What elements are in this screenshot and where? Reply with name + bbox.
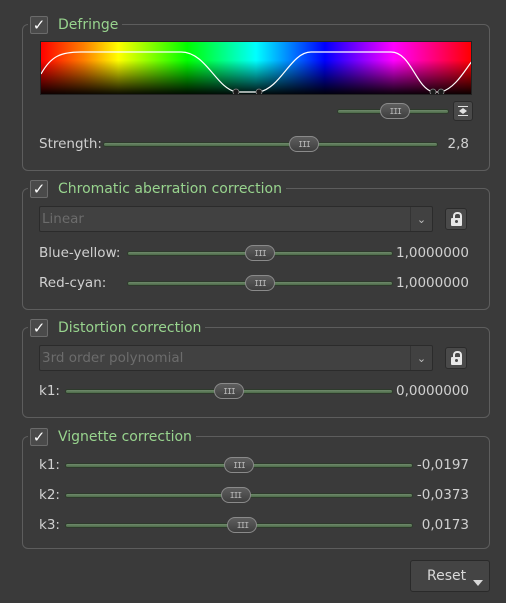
vignette-k3-row: k3: III 0,0173 (39, 514, 469, 536)
chromatic-title: Chromatic aberration correction (58, 181, 282, 197)
red-cyan-value: 1,0000000 (395, 275, 469, 291)
check-icon: ✓ (32, 427, 46, 446)
blue-yellow-row: Blue-yellow: III 1,0000000 (39, 242, 469, 264)
vignette-k2-row: k2: III -0,0373 (39, 484, 469, 506)
distortion-k1-label: k1: (39, 383, 60, 399)
strength-slider[interactable]: III (103, 133, 438, 155)
vignette-k1-label: k1: (39, 457, 60, 473)
distortion-panel: ✓ Distortion correction 3rd order polyno… (22, 317, 490, 418)
distortion-checkbox[interactable]: ✓ (30, 319, 48, 337)
vignette-k3-slider[interactable]: III (65, 514, 413, 536)
distortion-mode-dropdown[interactable]: 3rd order polynomial ⌄ (39, 345, 433, 371)
chromatic-panel: ✓ Chromatic aberration correction Linear… (22, 178, 490, 310)
distortion-mode-value: 3rd order polynomial (42, 350, 184, 366)
vignette-k1-slider[interactable]: III (65, 454, 413, 476)
red-cyan-slider[interactable]: III (127, 272, 393, 294)
defringe-hue-curve[interactable] (40, 41, 472, 95)
lock-icon (450, 211, 462, 226)
strength-label: Strength: (39, 136, 102, 152)
chromatic-lock-button[interactable] (445, 208, 467, 230)
red-cyan-label: Red-cyan: (39, 275, 107, 291)
distortion-k1-value: 0,0000000 (395, 383, 469, 399)
lock-icon (450, 350, 462, 365)
vignette-k2-knob[interactable]: III (220, 487, 251, 503)
chromatic-mode-value: Linear (42, 211, 84, 227)
fit-arrows-icon (458, 106, 468, 116)
vignette-k3-value: 0,0173 (421, 517, 469, 533)
red-cyan-knob[interactable]: III (245, 275, 275, 291)
vignette-title: Vignette correction (58, 429, 192, 445)
chromatic-mode-dropdown[interactable]: Linear ⌄ (39, 206, 433, 232)
check-icon: ✓ (32, 318, 46, 337)
hue-curve-svg (41, 51, 471, 95)
reset-button[interactable]: Reset (410, 560, 490, 592)
defringe-panel: ✓ Defringe III Strength: III 2,8 (22, 14, 490, 171)
curve-point[interactable] (232, 88, 240, 95)
distortion-lock-button[interactable] (445, 347, 467, 369)
curve-zoom-slider[interactable]: III (337, 100, 449, 122)
distortion-k1-slider[interactable]: III (65, 380, 393, 402)
strength-value: 2,8 (447, 136, 469, 152)
strength-knob[interactable]: III (289, 136, 319, 152)
blue-yellow-label: Blue-yellow: (39, 245, 121, 261)
vignette-k3-label: k3: (39, 517, 60, 533)
dropdown-corner-icon (473, 580, 483, 586)
vignette-k2-label: k2: (39, 487, 60, 503)
chromatic-checkbox[interactable]: ✓ (30, 180, 48, 198)
curve-point[interactable] (255, 88, 263, 95)
chevron-down-icon: ⌄ (410, 207, 432, 231)
vignette-panel: ✓ Vignette correction k1: III -0,0197 k2… (22, 426, 490, 549)
blue-yellow-slider[interactable]: III (127, 242, 393, 264)
vignette-header: ✓ Vignette correction (28, 426, 196, 448)
vignette-k1-value: -0,0197 (416, 457, 469, 473)
defringe-header: ✓ Defringe (28, 14, 123, 36)
chromatic-header: ✓ Chromatic aberration correction (28, 178, 286, 200)
vignette-k3-knob[interactable]: III (227, 517, 258, 533)
defringe-title: Defringe (58, 17, 119, 33)
vignette-k1-row: k1: III -0,0197 (39, 454, 469, 476)
chevron-down-icon: ⌄ (410, 346, 432, 370)
defringe-checkbox[interactable]: ✓ (30, 16, 48, 34)
blue-yellow-value: 1,0000000 (395, 245, 469, 261)
curve-zoom-knob[interactable]: III (380, 103, 411, 119)
vignette-k1-knob[interactable]: III (224, 457, 254, 473)
red-cyan-row: Red-cyan: III 1,0000000 (39, 272, 469, 294)
vignette-k2-slider[interactable]: III (65, 484, 413, 506)
strength-track (103, 142, 438, 147)
vignette-checkbox[interactable]: ✓ (30, 428, 48, 446)
distortion-k1-row: k1: III 0,0000000 (39, 380, 469, 402)
distortion-k1-knob[interactable]: III (214, 383, 244, 399)
distortion-header: ✓ Distortion correction (28, 317, 206, 339)
check-icon: ✓ (32, 15, 46, 34)
curve-point[interactable] (437, 88, 445, 95)
fit-curve-button[interactable] (453, 101, 473, 121)
blue-yellow-knob[interactable]: III (245, 245, 275, 261)
check-icon: ✓ (32, 179, 46, 198)
reset-label: Reset (427, 568, 467, 584)
hue-curve-line (41, 51, 471, 93)
vignette-k2-value: -0,0373 (416, 487, 469, 503)
curve-point[interactable] (429, 88, 437, 95)
strength-row: Strength: III 2,8 (39, 133, 469, 155)
distortion-title: Distortion correction (58, 320, 202, 336)
